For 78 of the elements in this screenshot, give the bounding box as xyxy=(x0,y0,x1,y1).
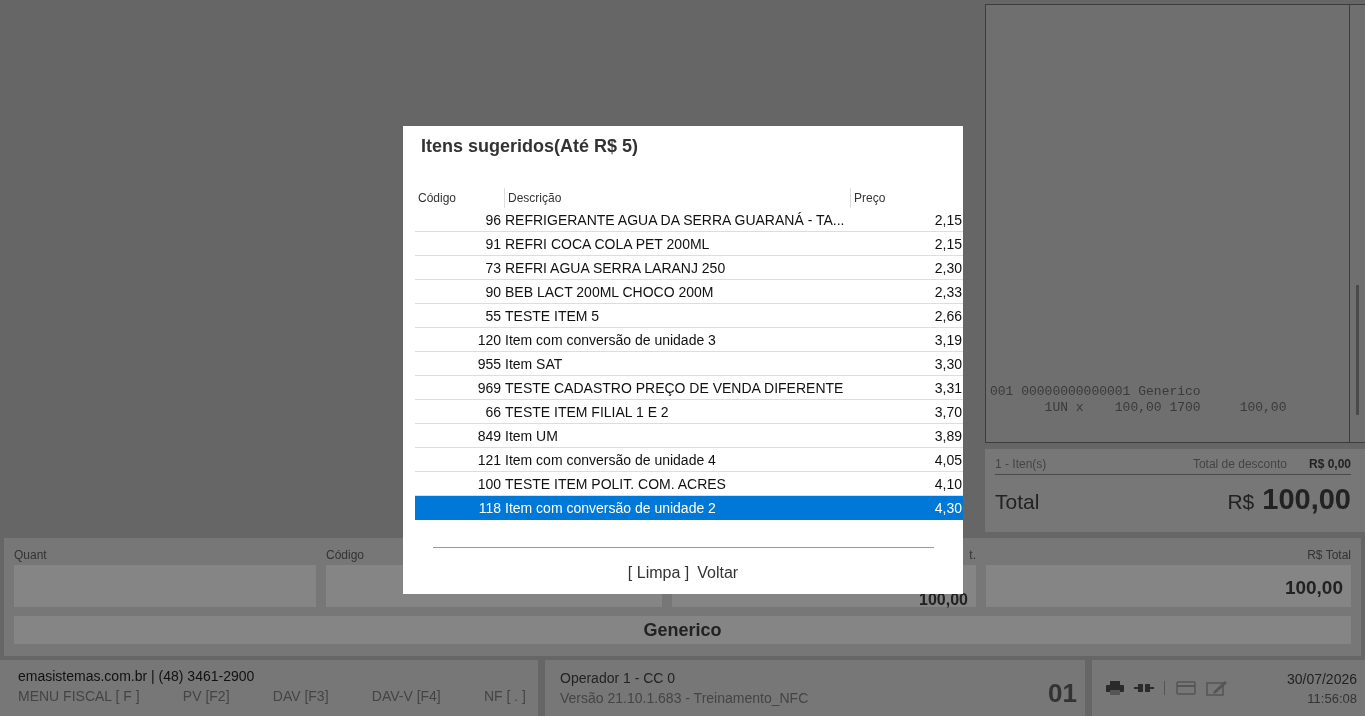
table-cell-text: 120 xyxy=(476,331,502,348)
table-row[interactable]: 96 REFRIGERANTE AGUA DA SERRA GUARANÁ - TA... 2,15 xyxy=(415,208,963,232)
table-row[interactable]: 120 Item com conversão de unidade 3 3,19 xyxy=(415,328,963,352)
operator-label: Operador 1 - CC 0 xyxy=(560,670,677,686)
field-label: Quant xyxy=(14,548,48,564)
table-cell-text: 3,31 xyxy=(933,379,963,396)
table-cell-text: REFRI AGUA SERRA LARANJ 250 xyxy=(504,259,727,276)
total-value: 100,00 xyxy=(1262,483,1351,516)
table-cell-text: REFRIGERANTE AGUA DA SERRA GUARANÁ - TA... xyxy=(504,211,846,228)
currency-label: R$ xyxy=(1227,490,1255,514)
table-cell-text: 3,19 xyxy=(933,331,963,348)
table-cell-text: TESTE ITEM 5 xyxy=(504,307,601,324)
table-cell-text: 2,30 xyxy=(933,259,963,276)
table-cell-text: TESTE ITEM POLIT. COM. ACRES xyxy=(504,475,727,492)
table-cell-text: 849 xyxy=(476,427,502,444)
table-row[interactable]: 969 TESTE CADASTRO PREÇO DE VENDA DIFERENTE 3,31 xyxy=(415,376,963,400)
table-row[interactable]: 90 BEB LACT 200ML CHOCO 200M 2,33 xyxy=(415,280,963,304)
table-cell-text: 66 xyxy=(484,403,502,420)
column-header[interactable]: Descrição xyxy=(504,188,850,208)
field-label: R$ Total xyxy=(1306,548,1351,564)
table-cell-text: Item com conversão de unidade 2 xyxy=(504,499,717,516)
table-cell-text: 3,30 xyxy=(933,355,963,372)
table-cell-text: 118 xyxy=(477,499,502,516)
table-row[interactable]: 55 TESTE ITEM 5 2,66 xyxy=(415,304,963,328)
table-cell-text: 2,15 xyxy=(933,211,963,228)
table-row[interactable]: 849 Item UM 3,89 xyxy=(415,424,963,448)
table-cell-text: BEB LACT 200ML CHOCO 200M xyxy=(504,283,715,300)
separator-icon xyxy=(1164,681,1166,695)
table-cell-text: REFRI COCA COLA PET 200ML xyxy=(504,235,711,252)
table-cell-text: Item com conversão de unidade 3 xyxy=(504,331,717,348)
discount-value: R$ 0,00 xyxy=(1308,457,1351,471)
table-cell-text: Item UM xyxy=(504,427,559,444)
table-cell-text: 4,30 xyxy=(933,499,963,516)
table-row[interactable]: 66 TESTE ITEM FILIAL 1 E 2 3,70 xyxy=(415,400,963,424)
table-cell-text: 4,10 xyxy=(933,475,963,492)
product-name: Generico xyxy=(14,616,1351,644)
card-icon[interactable] xyxy=(1176,681,1196,695)
table-row[interactable]: 955 Item SAT 3,30 xyxy=(415,352,963,376)
table-cell-text: TESTE ITEM FILIAL 1 E 2 xyxy=(504,403,670,420)
table-cell-text: 96 xyxy=(484,211,502,228)
table-cell-text: 2,33 xyxy=(933,283,963,300)
table-cell-text: 2,15 xyxy=(933,235,963,252)
table-row[interactable]: 91 REFRI COCA COLA PET 200ML 2,15 xyxy=(415,232,963,256)
table-cell-text: 90 xyxy=(484,283,502,300)
table-row[interactable]: 73 REFRI AGUA SERRA LARANJ 250 2,30 xyxy=(415,256,963,280)
field-label: Código xyxy=(326,548,366,564)
plug-icon[interactable] xyxy=(1134,683,1154,693)
column-header[interactable]: Código xyxy=(415,188,504,208)
table-cell-text: 2,66 xyxy=(933,307,963,324)
table-cell-text: 955 xyxy=(476,355,502,372)
table-cell-text: 55 xyxy=(484,307,502,324)
field-label: t. xyxy=(968,548,976,564)
table-cell-text: Item SAT xyxy=(504,355,564,372)
table-cell-text: 100 xyxy=(476,475,502,492)
table-row[interactable]: 121 Item com conversão de unidade 4 4,05 xyxy=(415,448,963,472)
edit-icon[interactable] xyxy=(1206,680,1228,696)
input-field[interactable]: 100,00 xyxy=(986,565,1351,607)
table-cell-text: 4,05 xyxy=(933,451,963,468)
company-contact: emasistemas.com.br | (48) 3461-2900 xyxy=(18,668,256,684)
time-label: 11:56:08 xyxy=(1307,690,1357,706)
table-cell-text: 969 xyxy=(476,379,502,396)
table-row[interactable]: 118 Item com conversão de unidade 2 4,30 xyxy=(415,496,963,520)
table-cell-text: 3,70 xyxy=(933,403,963,420)
table-cell-text: 121 xyxy=(476,451,502,468)
table-cell-text: 3,89 xyxy=(933,427,963,444)
date-label: 30/07/2026 xyxy=(1286,670,1357,687)
table-cell-text: Item com conversão de unidade 4 xyxy=(504,451,717,468)
total-label: Total xyxy=(995,490,1041,514)
table-cell-text: TESTE CADASTRO PREÇO DE VENDA DIFERENTE xyxy=(504,379,845,396)
dialog-link[interactable]: [ Limpa ] xyxy=(627,564,690,582)
dialog-title: Itens sugeridos(Até R$ 5) xyxy=(420,135,640,158)
table-cell-text: 91 xyxy=(484,235,502,252)
scrollbar[interactable] xyxy=(1356,285,1359,415)
table-cell-text: 73 xyxy=(484,259,502,276)
printer-icon[interactable] xyxy=(1106,681,1124,695)
dialog-link[interactable]: Voltar xyxy=(697,564,739,582)
column-header[interactable]: Preço xyxy=(850,188,963,208)
terminal-number: 01 xyxy=(1048,677,1077,709)
